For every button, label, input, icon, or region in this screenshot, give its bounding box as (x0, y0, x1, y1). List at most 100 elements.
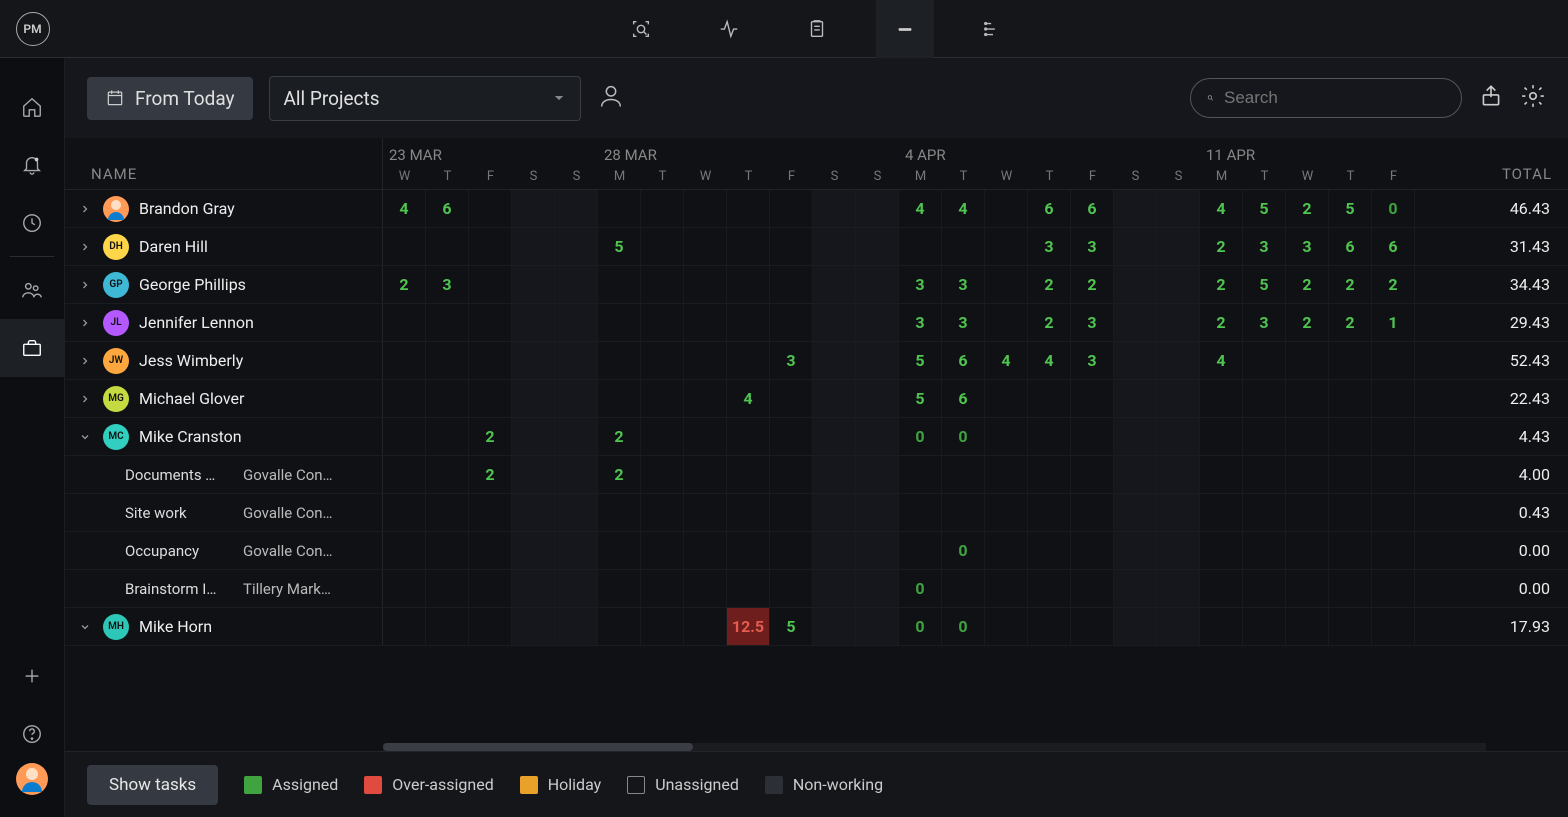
workload-cell[interactable] (856, 342, 899, 379)
workload-cell[interactable] (598, 494, 641, 531)
workload-cell[interactable]: 3 (1071, 342, 1114, 379)
workload-cell[interactable]: 2 (1028, 304, 1071, 341)
workload-cell[interactable] (1114, 456, 1157, 493)
workload-cell[interactable] (426, 532, 469, 569)
workload-cell[interactable]: 0 (899, 570, 942, 607)
workload-cell[interactable] (1114, 304, 1157, 341)
workload-cell[interactable] (383, 456, 426, 493)
workload-cell[interactable] (1114, 570, 1157, 607)
person-name[interactable]: Daren Hill (139, 237, 208, 256)
workload-cell[interactable]: 6 (942, 380, 985, 417)
workload-cell[interactable] (1114, 380, 1157, 417)
workload-cell[interactable] (469, 304, 512, 341)
workload-cell[interactable] (985, 418, 1028, 455)
workload-cell[interactable]: 0 (1372, 190, 1415, 227)
workload-cell[interactable] (1329, 570, 1372, 607)
workload-cell[interactable]: 1 (1372, 304, 1415, 341)
workload-cell[interactable] (555, 304, 598, 341)
workload-cell[interactable] (1071, 532, 1114, 569)
workload-cell[interactable] (426, 380, 469, 417)
workload-cell[interactable] (985, 266, 1028, 303)
workload-cell[interactable] (512, 190, 555, 227)
workload-cell[interactable] (383, 570, 426, 607)
workload-cell[interactable] (1157, 608, 1200, 645)
workload-cell[interactable] (770, 456, 813, 493)
workload-cell[interactable] (1286, 494, 1329, 531)
workload-cell[interactable] (813, 570, 856, 607)
workload-cell[interactable] (1372, 380, 1415, 417)
person-name[interactable]: Jess Wimberly (139, 351, 243, 370)
workload-cell[interactable] (426, 342, 469, 379)
search-input[interactable] (1224, 88, 1445, 108)
workload-cell[interactable] (985, 304, 1028, 341)
workload-cell[interactable] (985, 190, 1028, 227)
show-tasks-button[interactable]: Show tasks (87, 765, 218, 805)
workload-cell[interactable] (770, 266, 813, 303)
workload-cell[interactable]: 4 (1200, 342, 1243, 379)
workload-cell[interactable] (426, 570, 469, 607)
workload-cell[interactable] (641, 342, 684, 379)
workload-cell[interactable] (426, 304, 469, 341)
workload-cell[interactable] (985, 494, 1028, 531)
workload-cell[interactable] (1157, 190, 1200, 227)
workload-cell[interactable] (1200, 418, 1243, 455)
workload-cell[interactable] (512, 228, 555, 265)
workload-cell[interactable] (641, 304, 684, 341)
workload-cell[interactable] (727, 570, 770, 607)
workload-cell[interactable]: 2 (598, 418, 641, 455)
workload-cell[interactable] (1157, 418, 1200, 455)
workload-cell[interactable]: 2 (598, 456, 641, 493)
workload-cell[interactable]: 3 (1243, 304, 1286, 341)
home-icon[interactable] (0, 78, 65, 136)
workload-cell[interactable] (1286, 608, 1329, 645)
workload-cell[interactable] (1200, 532, 1243, 569)
workload-cell[interactable] (383, 418, 426, 455)
workload-cell[interactable] (1200, 608, 1243, 645)
workload-cell[interactable] (1329, 494, 1372, 531)
person-name[interactable]: Jennifer Lennon (139, 313, 254, 332)
workload-cell[interactable]: 2 (469, 456, 512, 493)
workload-cell[interactable]: 3 (770, 342, 813, 379)
workload-cell[interactable] (985, 608, 1028, 645)
person-name[interactable]: Mike Horn (139, 617, 212, 636)
workload-cell[interactable] (1286, 570, 1329, 607)
workload-cell[interactable] (1200, 494, 1243, 531)
workload-cell[interactable] (1114, 228, 1157, 265)
workload-cell[interactable] (512, 494, 555, 531)
workload-cell[interactable] (512, 266, 555, 303)
workload-cell[interactable] (684, 266, 727, 303)
workload-cell[interactable] (469, 532, 512, 569)
workload-cell[interactable]: 2 (1286, 190, 1329, 227)
workload-cell[interactable] (512, 418, 555, 455)
workload-view-icon[interactable] (876, 0, 934, 58)
task-name[interactable]: Occupancy (125, 542, 235, 560)
workload-cell[interactable] (1114, 190, 1157, 227)
workload-cell[interactable]: 4 (942, 190, 985, 227)
person-name[interactable]: Michael Glover (139, 389, 244, 408)
chevron-right-icon[interactable] (77, 277, 93, 293)
workload-cell[interactable] (1157, 570, 1200, 607)
workload-cell[interactable] (985, 456, 1028, 493)
workload-cell[interactable] (813, 304, 856, 341)
workload-cell[interactable]: 2 (1200, 304, 1243, 341)
workload-cell[interactable] (555, 380, 598, 417)
workload-cell[interactable] (555, 342, 598, 379)
workload-cell[interactable]: 3 (899, 304, 942, 341)
workload-cell[interactable] (1157, 266, 1200, 303)
workload-cell[interactable]: 6 (1071, 190, 1114, 227)
workload-cell[interactable] (985, 380, 1028, 417)
workload-cell[interactable] (899, 494, 942, 531)
workload-cell[interactable]: 2 (1329, 304, 1372, 341)
workload-cell[interactable] (856, 418, 899, 455)
workload-cell[interactable] (942, 228, 985, 265)
workload-cell[interactable] (813, 266, 856, 303)
workload-cell[interactable] (512, 456, 555, 493)
workload-cell[interactable]: 2 (1329, 266, 1372, 303)
workload-cell[interactable] (727, 304, 770, 341)
workload-cell[interactable] (727, 418, 770, 455)
workload-cell[interactable] (641, 190, 684, 227)
workload-cell[interactable] (1329, 608, 1372, 645)
workload-cell[interactable] (598, 266, 641, 303)
workload-cell[interactable] (813, 494, 856, 531)
workload-cell[interactable] (512, 380, 555, 417)
